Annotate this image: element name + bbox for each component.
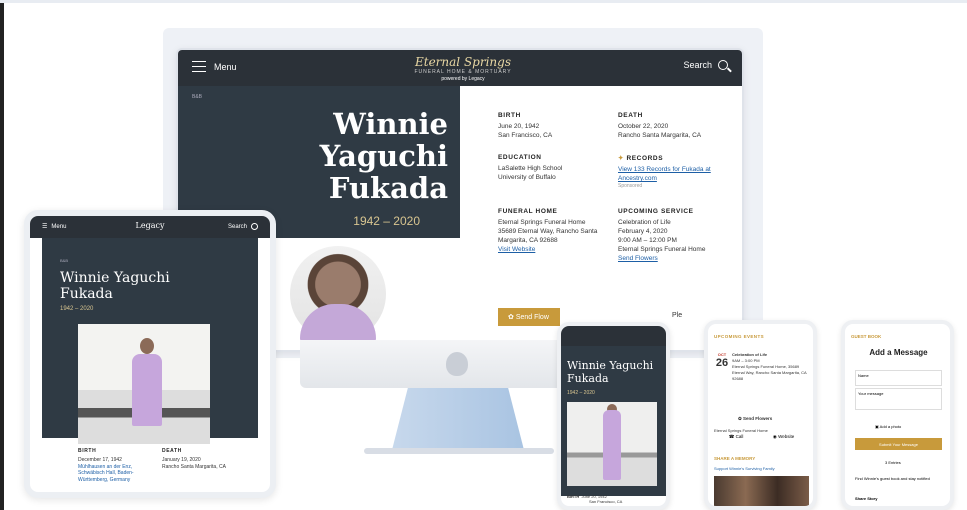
phone-guestbook: GUEST BOOK Add a Message Name Your messa… [841, 320, 954, 510]
phone-obituary: Winnie Yaguchi Fukada 1942 – 2020 BIRTH … [557, 322, 670, 510]
name-field[interactable]: Name [855, 370, 942, 386]
tablet-device: ☰ Menu Legacy Search B&B Winnie Yaguchi … [24, 210, 276, 498]
event-date: OCT 26 [715, 352, 729, 369]
event-details: Celebration of Life 9AM – 3:00 PM Eterna… [732, 352, 807, 381]
subscribe-text: Find Winnie's guest book and stay notifi… [855, 476, 930, 481]
portrait-photo [290, 246, 386, 342]
funeral-home-block: FUNERAL HOME Eternal Springs Funeral Hom… [498, 208, 603, 254]
add-message-title: Add a Message [869, 348, 928, 357]
send-flowers-button[interactable]: ✿ Send Flowers [738, 416, 772, 422]
records-label: ✦ RECORDS [618, 155, 664, 162]
search-icon [718, 60, 728, 70]
website-button[interactable]: ◉ Website [773, 434, 794, 440]
partial-button-label[interactable]: Ple [672, 312, 682, 319]
service-block: UPCOMING SERVICE Celebration of Life Feb… [618, 208, 723, 263]
hamburger-icon [192, 61, 206, 72]
left-edge-bar [0, 0, 4, 510]
obituary-name: Winnie Yaguchi Fukada [567, 359, 654, 385]
tablet-nav: ☰ Menu Legacy Search [30, 216, 270, 238]
monitor-stand [392, 388, 524, 450]
life-years: 1942 – 2020 [353, 214, 420, 228]
records-block: ✦ RECORDS View 133 Records for Fukada at… [618, 154, 723, 189]
education-block: EDUCATION LaSalette High School Universi… [498, 154, 563, 181]
life-years: 1942 – 2020 [60, 306, 94, 312]
tablet-search-button[interactable]: Search [228, 223, 258, 230]
phone-icon: ☎ [728, 434, 736, 439]
brand-powered: powered by Legacy [441, 76, 485, 82]
events-heading: UPCOMING EVENTS [714, 334, 765, 339]
tablet-brand[interactable]: Legacy [130, 221, 170, 230]
add-photo-button[interactable]: ▣ Add a photo [875, 424, 901, 429]
obituary-name: Winnie Yaguchi Fukada [60, 270, 170, 302]
flower-icon: ✿ [508, 314, 516, 321]
entries-count[interactable]: 3 Entries [885, 460, 901, 465]
event-card: OCT 26 Celebration of Life 9AM – 3:00 PM… [714, 344, 809, 448]
contact-actions: ☎ Call ◉ Website [714, 434, 809, 440]
send-flowers-link[interactable]: Send Flowers [618, 254, 723, 263]
family-photo [714, 476, 809, 506]
top-edge-line [0, 0, 967, 3]
phone-events: UPCOMING EVENTS OCT 26 Celebration of Li… [704, 320, 817, 510]
submit-message-button[interactable]: Submit Your Message [855, 438, 942, 450]
guestbook-heading: GUEST BOOK [851, 334, 882, 339]
name-line: Yaguchi [319, 139, 448, 173]
obituary-name: Winnie Yaguchi Fukada [218, 108, 448, 204]
desktop-nav: Menu Eternal Springs FUNERAL HOME & MORT… [178, 50, 742, 86]
share-story-link[interactable]: Share Story [855, 496, 877, 501]
name-line: Fukada [328, 171, 448, 205]
birth-block: BIRTH June 20, 1942 San Francisco, CA [498, 112, 553, 139]
search-label: Search [683, 60, 712, 70]
monitor-foot [364, 448, 554, 454]
apple-logo-icon [446, 352, 468, 376]
share-heading: SHARE A MEMORY [714, 456, 756, 461]
full-body-photo [78, 324, 210, 444]
tablet-menu-button[interactable]: ☰ Menu [42, 223, 66, 231]
records-link[interactable]: View 133 Records for Fukada at Ancestry.… [618, 165, 723, 183]
birth-block: BIRTH June 20, 1942 San Francisco, CA [567, 494, 623, 504]
brand-logo[interactable]: Eternal Springs FUNERAL HOME & MORTUARY … [398, 55, 528, 82]
phone-nav [561, 326, 666, 346]
desktop-menu-button[interactable]: Menu [192, 61, 237, 72]
visit-website-link[interactable]: Visit Website [498, 245, 603, 254]
full-body-photo [567, 402, 657, 486]
breadcrumb[interactable]: B&B [60, 258, 68, 263]
sponsored-label: Sponsored [618, 183, 643, 189]
life-years: 1942 – 2020 [567, 390, 595, 396]
send-flowers-button[interactable]: ✿ Send Flow [498, 308, 560, 326]
support-family-link[interactable]: Support Winnie's Surviving Family [714, 466, 775, 471]
message-field[interactable]: Your message [855, 388, 942, 410]
death-block: DEATH January 19, 2020 Rancho Santa Marg… [162, 448, 226, 470]
death-block: DEATH October 22, 2020 Rancho Santa Marg… [618, 112, 702, 139]
hamburger-icon: ☰ [42, 224, 48, 230]
name-line: Winnie [333, 107, 448, 141]
desktop-search-button[interactable]: Search [683, 60, 728, 70]
birth-block: BIRTH December 17, 1942 Mühlhausen an de… [78, 448, 134, 483]
menu-label: Menu [214, 61, 237, 72]
brand-sub: FUNERAL HOME & MORTUARY [414, 69, 512, 75]
search-icon [251, 223, 258, 230]
breadcrumb[interactable]: B&B [192, 94, 202, 100]
brand-name: Eternal Springs [415, 55, 511, 69]
call-button[interactable]: ☎ Call [729, 434, 744, 440]
